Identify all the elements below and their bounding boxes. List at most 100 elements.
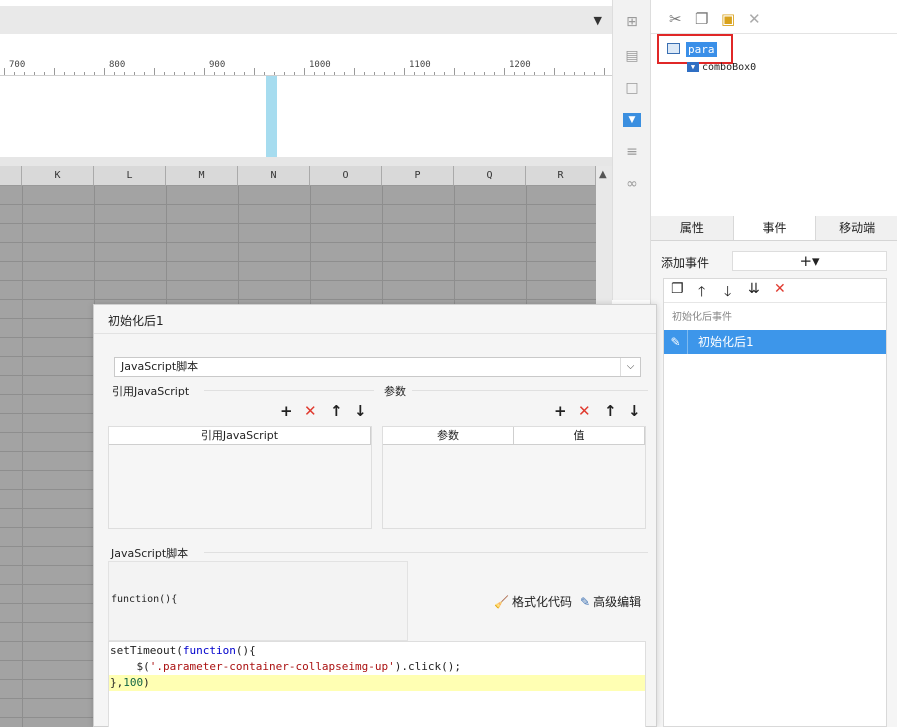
tree-node-para[interactable]: para [657, 34, 733, 64]
copy-event-icon[interactable]: ❐ [671, 281, 684, 297]
ruler-mark [24, 72, 25, 75]
add-ref-icon[interactable]: + [280, 402, 293, 420]
tab-events[interactable]: 事件 [733, 216, 817, 240]
tree-node-label[interactable]: para [686, 42, 717, 57]
ref-js-column-header: 引用JavaScript [109, 427, 371, 444]
ruler-mark [14, 72, 15, 75]
code-string: '.parameter-container-collapseimg-up' [149, 660, 395, 673]
grid-row-line [0, 242, 596, 243]
delete-event-icon[interactable]: ✕ [774, 281, 786, 297]
advanced-edit-button[interactable]: ✎ 高级编辑 [580, 593, 641, 610]
ruler-mark [284, 72, 285, 75]
param-up-icon[interactable]: ↑ [604, 402, 617, 420]
code-token: (){ [235, 644, 256, 657]
para-canvas[interactable] [0, 76, 612, 157]
move-down-icon[interactable]: 🡓 [724, 281, 731, 305]
ruler-mark [504, 68, 505, 75]
ruler-mark [484, 72, 485, 75]
grid-row-line [0, 280, 596, 281]
property-tabs: 属性 事件 移动端 [651, 216, 897, 241]
ruler-mark [254, 68, 255, 75]
widget-tree-toolbar: ✂ ❐ ▣ ✕ [651, 8, 897, 34]
ruler-mark [54, 68, 55, 75]
delete-icon[interactable]: ✕ [748, 10, 761, 28]
paste-icon[interactable]: ▣ [721, 10, 735, 28]
ruler-mark [344, 72, 345, 75]
gap-bar [0, 34, 612, 58]
chevron-down-icon[interactable]: ⌵ [620, 358, 640, 376]
delete-param-icon[interactable]: ✕ [578, 402, 591, 420]
ruler-mark [304, 68, 305, 75]
ruler-mark [294, 72, 295, 75]
cut-icon[interactable]: ✂ [669, 10, 682, 28]
combobox-widget-icon[interactable]: ▼ [623, 113, 641, 127]
ruler-mark [554, 68, 555, 75]
column-header-P[interactable]: P [382, 166, 454, 186]
ruler-mark [424, 72, 425, 75]
ruler-mark [274, 72, 275, 75]
grid-row-line [0, 299, 596, 300]
column-header-Q[interactable]: Q [454, 166, 526, 186]
script-type-select[interactable]: JavaScript脚本 ⌵ [114, 357, 641, 377]
ruler-mark [314, 72, 315, 75]
value-column-header: 值 [514, 427, 645, 444]
move-up-icon[interactable]: 🡑 [698, 281, 705, 305]
section-divider [204, 390, 374, 391]
tree-node-combobox[interactable]: ▼ comboBox0 [687, 62, 756, 76]
ruler-mark [524, 72, 525, 75]
tab-properties[interactable]: 属性 [651, 216, 734, 240]
add-param-icon[interactable]: + [554, 402, 567, 420]
ruler-tick: 900 [209, 60, 226, 70]
ruler-mark [204, 68, 205, 75]
advanced-edit-label: 高级编辑 [593, 595, 642, 609]
edit-pencil-icon[interactable]: ✎ [664, 330, 688, 354]
code-keyword: function [182, 644, 236, 657]
ruler-tick: 1200 [509, 60, 531, 70]
info-layout-icon[interactable]: ▤ [622, 46, 642, 66]
column-header-K[interactable]: K [22, 166, 94, 186]
link-icon[interactable]: ∞ [622, 174, 642, 194]
copy-icon[interactable]: ❐ [695, 10, 708, 28]
function-header-box: function(){ [108, 561, 408, 641]
delete-ref-icon[interactable]: ✕ [304, 402, 317, 420]
code-token: ).click(); [394, 660, 462, 673]
frame-icon[interactable]: □ [622, 78, 642, 98]
move-bottom-icon[interactable]: ⇊ [748, 281, 760, 297]
event-item[interactable]: ✎ 初始化后1 [664, 330, 886, 354]
grid-column-line [22, 186, 23, 727]
dialog-title: 初始化后1 [108, 314, 164, 328]
column-header-R[interactable]: R [526, 166, 596, 186]
ruler-mark [514, 72, 515, 75]
parameter-panel-icon [667, 43, 680, 54]
ruler-mark [394, 72, 395, 75]
scroll-up-icon[interactable]: ▲ [599, 169, 607, 180]
grid-layout-icon[interactable]: ⊞ [622, 12, 642, 32]
param-down-icon[interactable]: ↓ [628, 402, 641, 420]
add-event-label: 添加事件 [661, 256, 710, 270]
tree-child-label[interactable]: comboBox0 [702, 62, 756, 73]
ref-up-icon[interactable]: ↑ [330, 402, 343, 420]
column-header-O[interactable]: O [310, 166, 382, 186]
list-widget-icon[interactable]: ≡ [622, 142, 642, 162]
dropdown-icon[interactable]: ▼ [594, 14, 602, 27]
code-line-3: },100) [110, 675, 150, 691]
ref-down-icon[interactable]: ↓ [354, 402, 367, 420]
param-column-header: 参数 [383, 427, 514, 444]
params-table[interactable]: 参数 值 [382, 426, 646, 529]
ruler-mark [144, 72, 145, 75]
ref-js-table[interactable]: 引用JavaScript [108, 426, 372, 529]
horizontal-ruler: 700 800 900 1000 1100 1200 [0, 58, 612, 76]
format-code-button[interactable]: 🧹 格式化代码 [494, 593, 572, 610]
ruler-mark [134, 72, 135, 75]
column-header-M[interactable]: M [166, 166, 238, 186]
code-editor[interactable]: setTimeout(function(){ $('.parameter-con… [108, 641, 646, 727]
column-header-N[interactable]: N [238, 166, 310, 186]
add-event-button[interactable]: +▾ [732, 251, 887, 271]
script-type-value: JavaScript脚本 [121, 360, 199, 373]
column-header-L[interactable]: L [94, 166, 166, 186]
section-divider [412, 390, 648, 391]
sheet-separator [0, 157, 612, 166]
ruler-mark [474, 72, 475, 75]
tab-mobile[interactable]: 移动端 [816, 216, 897, 240]
ruler-mark [464, 72, 465, 75]
